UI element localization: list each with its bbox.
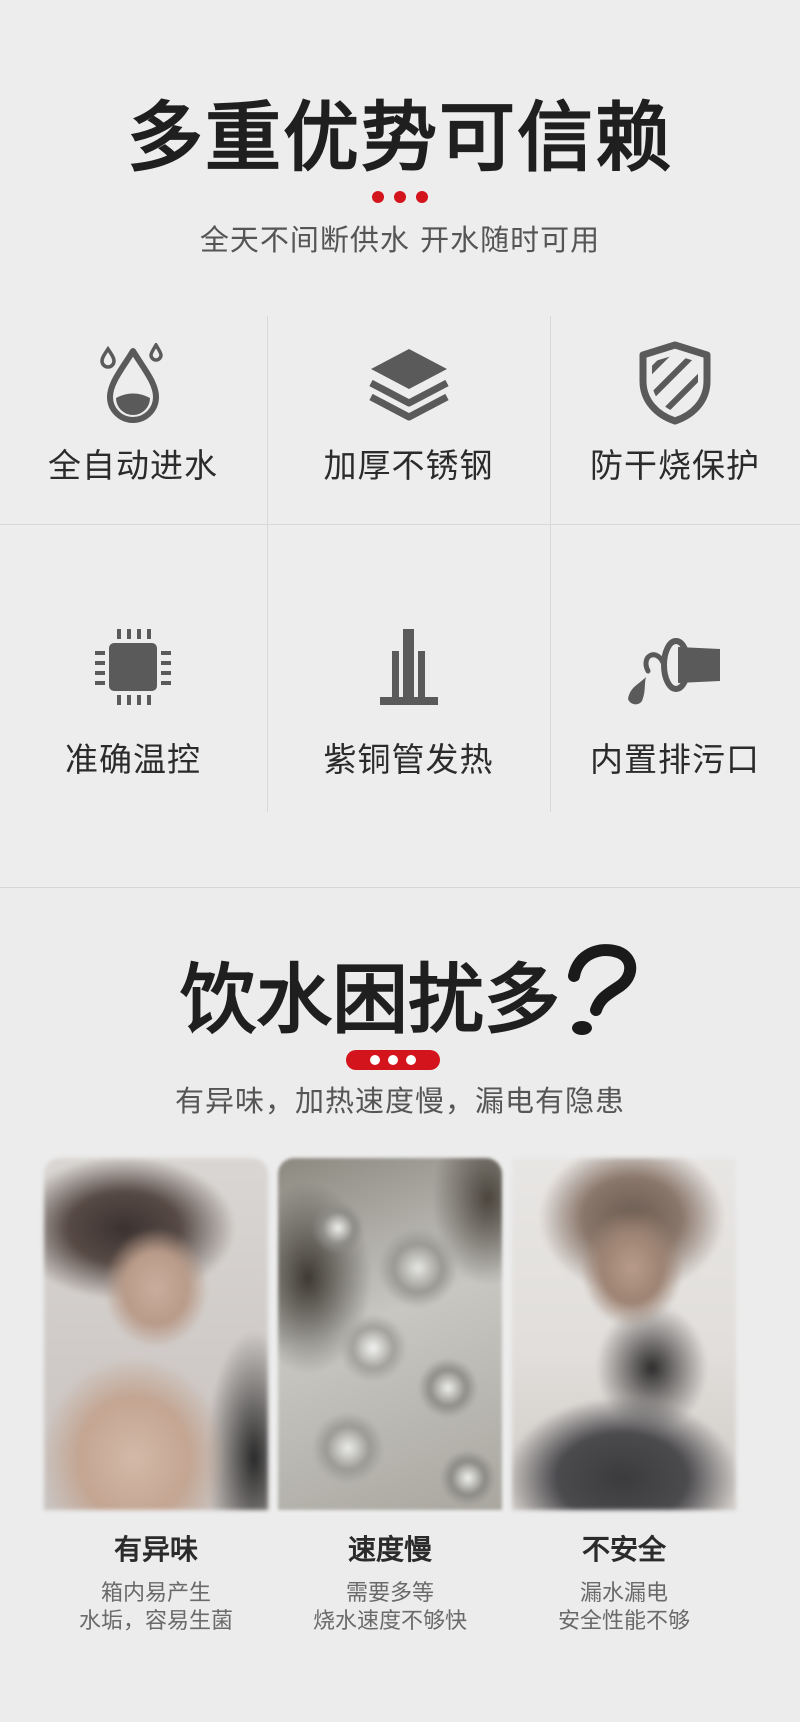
- card-desc-line: 安全性能不够: [557, 1609, 690, 1634]
- heating-pipe-icon: [267, 622, 550, 712]
- red-dot: [372, 191, 384, 203]
- white-dot: [388, 1055, 398, 1065]
- feature-label: 紫铜管发热: [323, 740, 494, 779]
- section-divider: [0, 887, 800, 888]
- feature-label: 加厚不锈钢: [323, 446, 494, 485]
- card-desc-line: 需要多等: [345, 1581, 434, 1606]
- feature-precise-temp-control: 准确温控: [0, 524, 266, 812]
- drain-outlet-icon: [550, 622, 800, 712]
- problem-card-slow: 速度慢 需要多等 烧水速度不够快: [278, 1158, 502, 1652]
- red-dot: [394, 191, 406, 203]
- card-desc-line: 烧水速度不够快: [312, 1609, 467, 1634]
- feature-copper-tube-heating: 紫铜管发热: [267, 524, 550, 812]
- woman-covering-nose-photo: [44, 1158, 268, 1510]
- layers-icon: [267, 338, 550, 428]
- feature-label: 全自动进水: [48, 446, 218, 485]
- problems-title: 饮水困扰多: [0, 944, 800, 1050]
- question-mark-icon: [568, 944, 637, 1035]
- card-desc-line: 漏水漏电: [579, 1581, 668, 1606]
- feature-label: 防干烧保护: [590, 446, 760, 485]
- advantages-subtitle: 全天不间断供水 开水随时可用: [199, 223, 601, 257]
- stressed-person-photo: [512, 1158, 736, 1510]
- feature-thick-stainless-steel: 加厚不锈钢: [267, 316, 550, 524]
- title-dots-decoration: [372, 190, 428, 204]
- chip-icon: [0, 622, 266, 712]
- feature-auto-water-inlet: 全自动进水: [0, 316, 266, 524]
- card-description: 需要多等 烧水速度不够快: [278, 1580, 502, 1636]
- feature-label: 内置排污口: [590, 740, 760, 779]
- advantages-section: 多重优势可信赖 全天不间断供水 开水随时可用 全自动进水 加厚不锈钢 防干烧保护…: [0, 0, 800, 888]
- white-dot: [406, 1055, 416, 1065]
- boiling-water-photo: [278, 1158, 502, 1510]
- card-desc-line: 水垢，容易生菌: [78, 1609, 233, 1634]
- title-pill-decoration: [346, 1050, 440, 1070]
- problem-card-unsafe: 不安全 漏水漏电 安全性能不够: [512, 1158, 736, 1652]
- advantages-title: 多重优势可信赖: [127, 93, 673, 182]
- problems-title-text: 饮水困扰多: [180, 955, 560, 1044]
- feature-dry-burn-protection: 防干烧保护: [550, 316, 800, 524]
- card-desc-line: 箱内易产生: [100, 1581, 211, 1606]
- feature-built-in-drain: 内置排污口: [550, 524, 800, 812]
- white-dot: [370, 1055, 380, 1065]
- card-description: 箱内易产生 水垢，容易生菌: [44, 1580, 268, 1636]
- water-drop-icon: [0, 338, 266, 428]
- features-grid: 全自动进水 加厚不锈钢 防干烧保护 准确温控 紫铜管发热 内置排污口: [0, 316, 800, 812]
- feature-label: 准确温控: [65, 740, 201, 779]
- red-dot: [416, 191, 428, 203]
- card-description: 漏水漏电 安全性能不够: [512, 1580, 736, 1636]
- card-title: 有异味: [113, 1533, 198, 1566]
- problems-subtitle: 有异味，加热速度慢，漏电有隐患: [174, 1084, 625, 1118]
- card-title: 速度慢: [347, 1533, 432, 1566]
- card-title: 不安全: [581, 1533, 666, 1566]
- problem-card-odor: 有异味 箱内易产生 水垢，容易生菌: [44, 1158, 268, 1652]
- shield-icon: [550, 338, 800, 428]
